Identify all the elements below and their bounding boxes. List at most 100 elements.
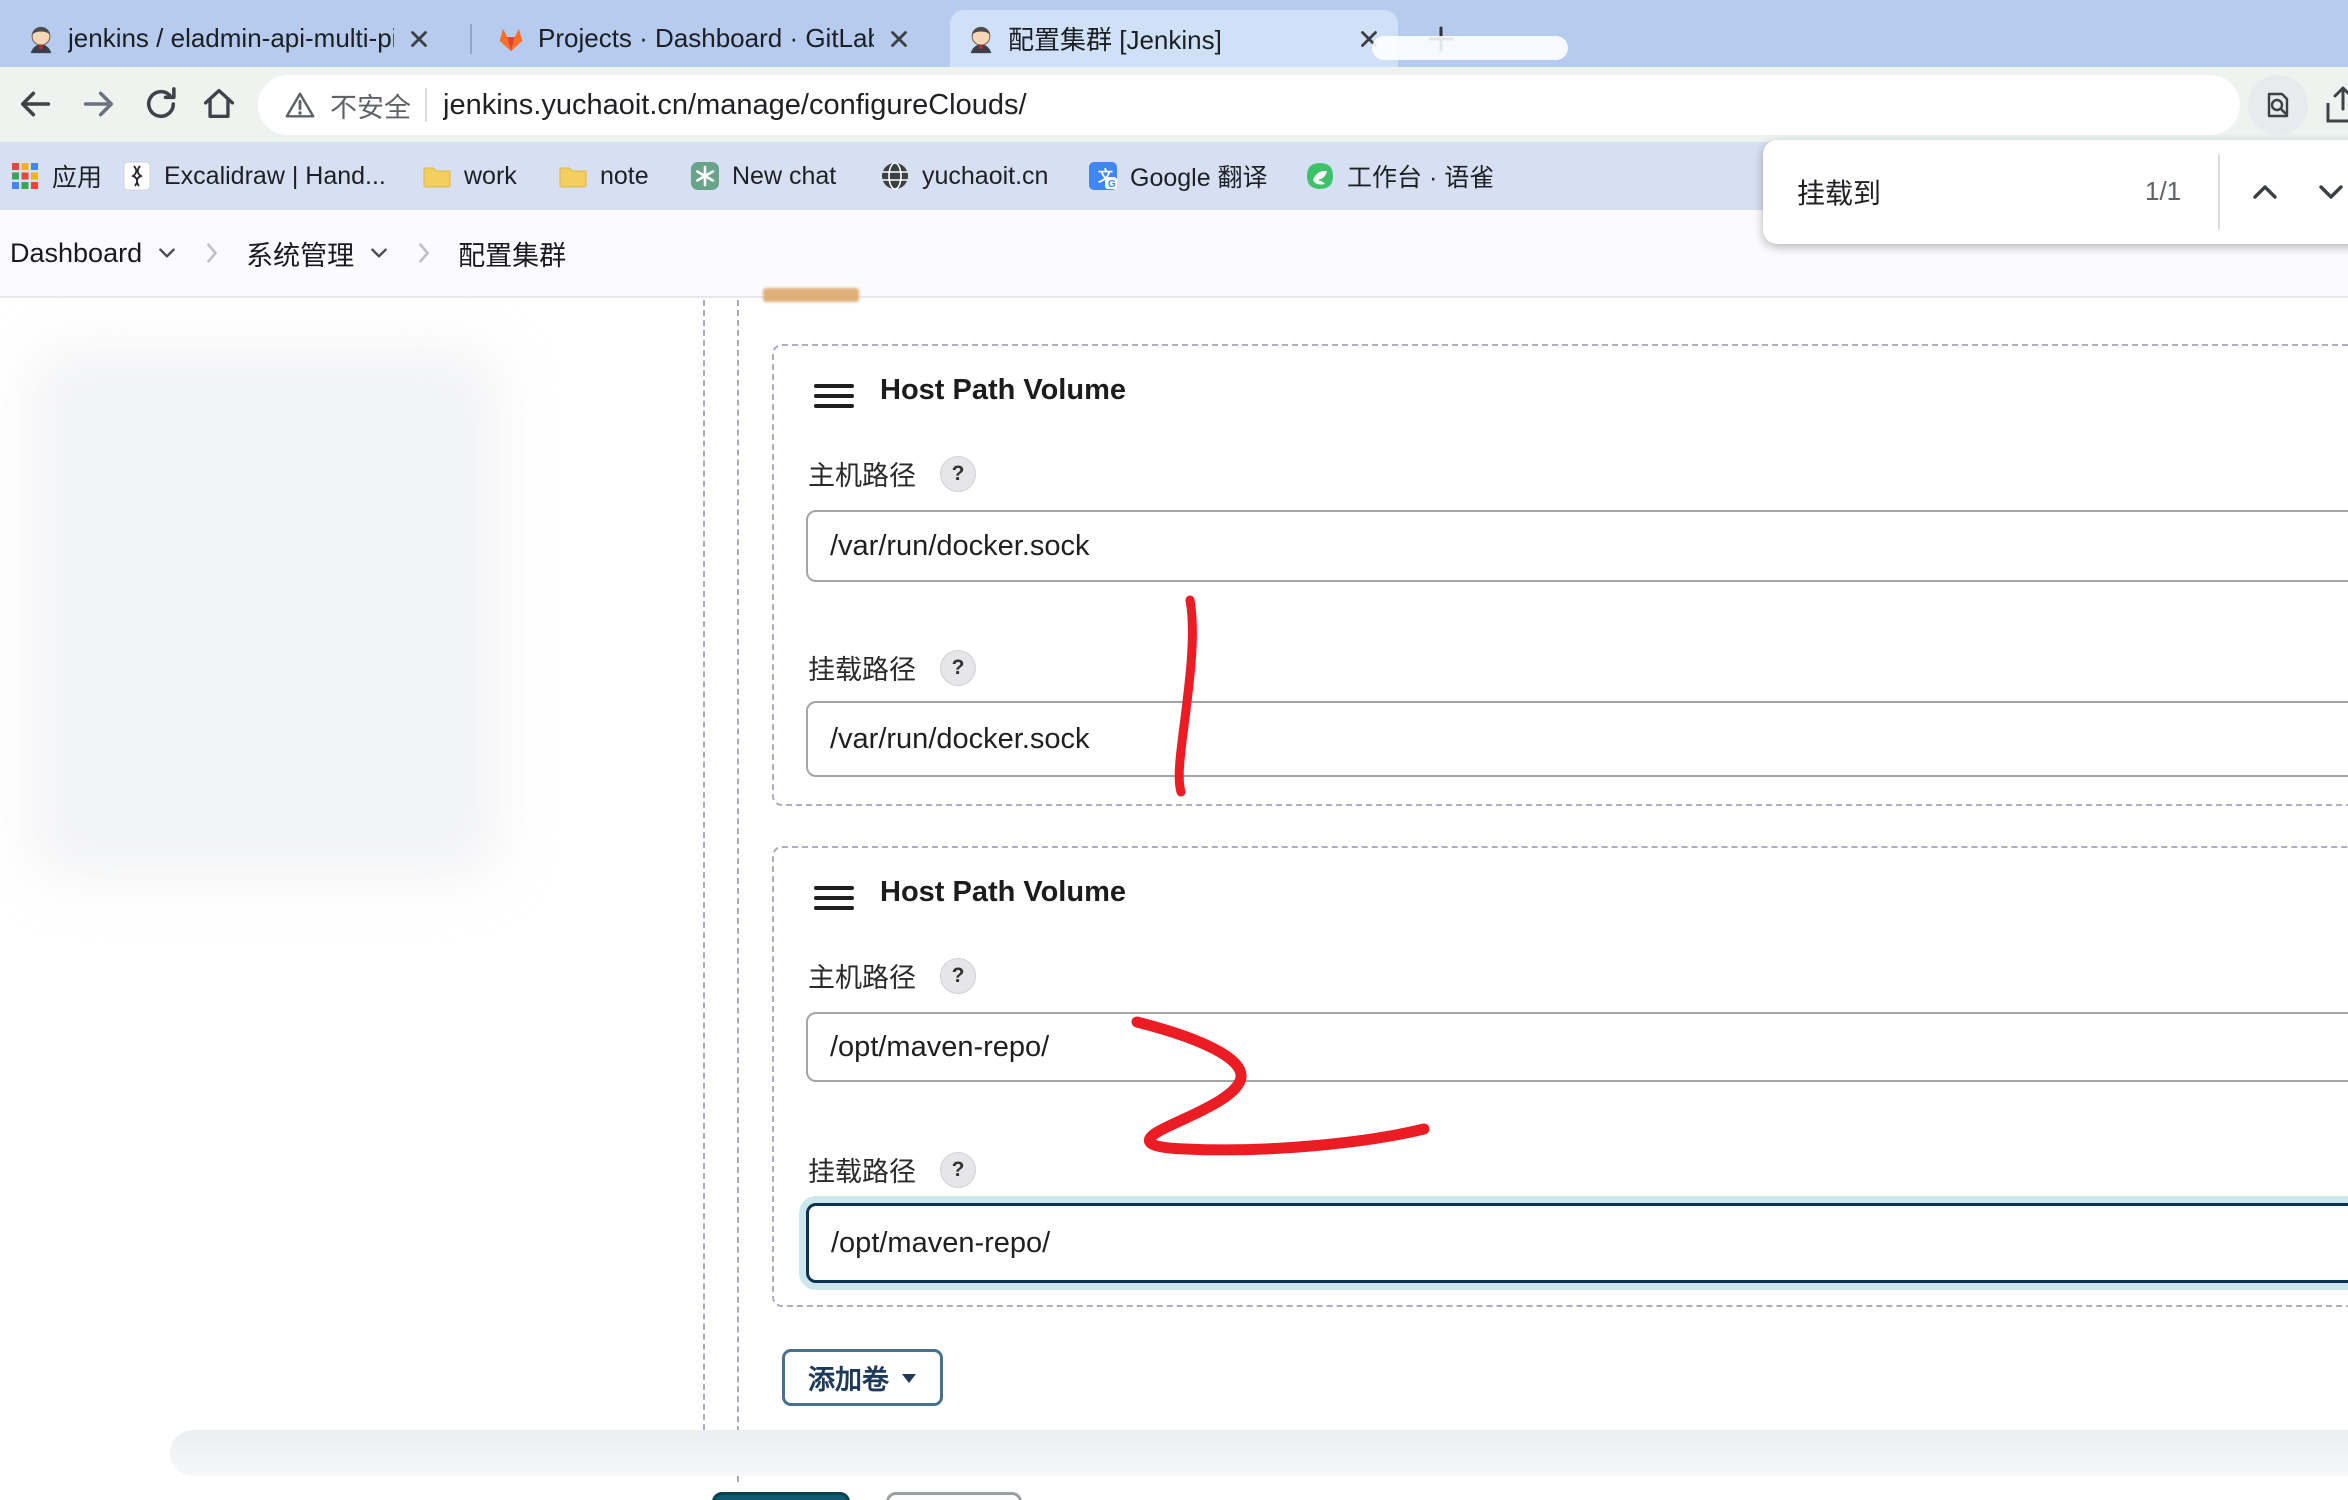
bookmark-excalidraw[interactable]: Excalidraw | Hand... <box>122 142 386 210</box>
find-divider <box>2218 154 2220 230</box>
section-dashed-border <box>703 300 705 1460</box>
mount-path-input[interactable] <box>806 701 2348 777</box>
bookmark-new-chat[interactable]: New chat <box>690 142 836 210</box>
tab-jenkins-clouds-active[interactable]: 配置集群 [Jenkins] <box>950 10 1398 67</box>
bookmark-work-folder[interactable]: work <box>422 142 517 210</box>
help-icon[interactable]: ? <box>940 456 976 492</box>
breadcrumb-configure-clouds[interactable]: 配置集群 <box>458 234 566 273</box>
breadcrumb-label: 系统管理 <box>246 234 354 273</box>
browser-window: jenkins / eladmin-api-multi-pi Projects … <box>0 0 2348 1500</box>
bookmark-label: Google 翻译 <box>1130 158 1268 194</box>
gitlab-icon <box>496 24 526 54</box>
mount-path-input-focused[interactable] <box>806 1203 2348 1283</box>
scrolled-element-artifact <box>763 288 859 302</box>
section-dashed-border <box>737 300 739 1482</box>
add-volume-label: 添加卷 <box>808 1358 889 1397</box>
bookmark-yuque[interactable]: 工作台 · 语雀 <box>1305 142 1494 210</box>
bookmark-apps[interactable]: 应用 <box>10 142 102 210</box>
globe-icon <box>880 161 910 191</box>
card-title: Host Path Volume <box>880 876 1126 909</box>
chatgpt-icon <box>690 161 720 191</box>
lens-search-icon[interactable] <box>2248 75 2308 135</box>
bookmark-label: 工作台 · 语雀 <box>1347 158 1494 194</box>
bookmark-label: work <box>464 162 517 191</box>
breadcrumb-label: Dashboard <box>10 238 142 269</box>
close-icon[interactable] <box>886 26 912 52</box>
bookmark-google-translate[interactable]: 文G Google 翻译 <box>1088 142 1268 210</box>
bookmark-yuchaoit[interactable]: yuchaoit.cn <box>880 142 1048 210</box>
tab-title: jenkins / eladmin-api-multi-pi <box>68 23 394 54</box>
forward-icon[interactable] <box>80 85 118 123</box>
jenkins-config-content: Host Path Volume 主机路径 ? 挂载路径 ? Host Path… <box>0 298 2348 1500</box>
chevron-down-icon <box>368 242 390 264</box>
url-divider <box>425 88 427 122</box>
host-path-volume-card-2: Host Path Volume 主机路径 ? 挂载路径 ? <box>772 846 2348 1307</box>
tab-gitlab[interactable]: Projects · Dashboard · GitLab <box>480 10 928 67</box>
field-label: 主机路径 <box>808 956 916 995</box>
field-label: 挂载路径 <box>808 648 916 687</box>
find-match-count: 1/1 <box>2145 176 2181 207</box>
field-label: 挂载路径 <box>808 1150 916 1189</box>
apply-button[interactable] <box>886 1492 1022 1500</box>
bookmark-label: note <box>600 162 649 191</box>
close-icon[interactable] <box>406 26 432 52</box>
blurred-artifact <box>1372 36 1568 60</box>
url-input[interactable] <box>441 88 2214 123</box>
field-label-row: 挂载路径 ? <box>808 1150 976 1189</box>
host-path-input[interactable] <box>806 510 2348 582</box>
tab-divider <box>470 24 472 54</box>
save-button[interactable] <box>712 1492 850 1500</box>
drag-handle-icon[interactable] <box>812 378 856 414</box>
breadcrumb-system-manage[interactable]: 系统管理 <box>246 234 390 273</box>
translate-icon: 文G <box>1088 161 1118 191</box>
help-icon[interactable]: ? <box>940 1152 976 1188</box>
breadcrumb-separator-icon <box>200 241 224 265</box>
find-in-page-bar: 1/1 <box>1763 140 2348 244</box>
find-next-icon[interactable] <box>2311 172 2348 212</box>
blurred-artifact <box>30 348 500 878</box>
field-label-row: 主机路径 ? <box>808 956 976 995</box>
bottom-section-band <box>170 1430 2348 1476</box>
breadcrumb-dashboard[interactable]: Dashboard <box>10 238 178 269</box>
folder-icon <box>422 161 452 191</box>
breadcrumb-label: 配置集群 <box>458 234 566 273</box>
folder-icon <box>558 161 588 191</box>
tab-title: Projects · Dashboard · GitLab <box>538 23 874 54</box>
bookmark-label: yuchaoit.cn <box>922 162 1048 191</box>
jenkins-avatar-icon <box>26 24 56 54</box>
bookmark-label: New chat <box>732 162 836 191</box>
host-path-volume-card-1: Host Path Volume 主机路径 ? 挂载路径 ? <box>772 344 2348 806</box>
find-previous-icon[interactable] <box>2245 172 2285 212</box>
help-icon[interactable]: ? <box>940 650 976 686</box>
chevron-down-icon <box>156 242 178 264</box>
host-path-input[interactable] <box>806 1012 2348 1082</box>
card-title: Host Path Volume <box>880 374 1126 407</box>
back-icon[interactable] <box>16 85 54 123</box>
browser-toolbar: 不安全 <box>0 67 2348 142</box>
yuque-icon <box>1305 161 1335 191</box>
field-label-row: 挂载路径 ? <box>808 648 976 687</box>
tab-jenkins-job[interactable]: jenkins / eladmin-api-multi-pi <box>10 10 448 67</box>
field-label-row: 主机路径 ? <box>808 454 976 493</box>
tab-strip: jenkins / eladmin-api-multi-pi Projects … <box>0 0 2348 67</box>
share-icon[interactable] <box>2322 83 2348 127</box>
excalidraw-icon <box>122 161 152 191</box>
drag-handle-icon[interactable] <box>812 880 856 916</box>
help-icon[interactable]: ? <box>940 958 976 994</box>
jenkins-avatar-icon <box>966 24 996 54</box>
svg-text:G: G <box>1108 179 1116 190</box>
bookmark-note-folder[interactable]: note <box>558 142 649 210</box>
add-volume-button[interactable]: 添加卷 <box>782 1349 943 1406</box>
field-label: 主机路径 <box>808 454 916 493</box>
security-label: 不安全 <box>330 86 411 125</box>
bookmark-label: 应用 <box>52 158 102 194</box>
home-icon[interactable] <box>200 85 238 123</box>
breadcrumb-separator-icon <box>412 241 436 265</box>
reload-icon[interactable] <box>142 85 180 123</box>
tab-title: 配置集群 [Jenkins] <box>1008 20 1344 57</box>
find-input[interactable] <box>1795 175 2099 209</box>
bookmark-label: Excalidraw | Hand... <box>164 162 386 191</box>
dropdown-caret-icon <box>901 1372 917 1384</box>
warning-icon <box>284 89 316 121</box>
address-bar[interactable]: 不安全 <box>258 75 2240 135</box>
